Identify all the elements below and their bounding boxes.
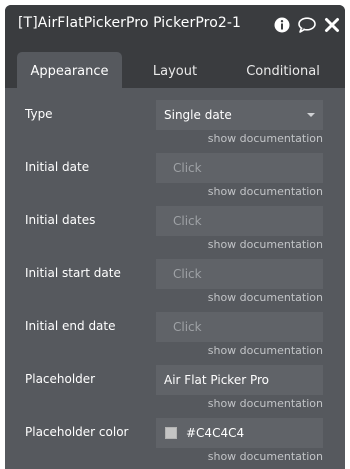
placeholder-color-picker[interactable]: #C4C4C4 xyxy=(156,418,323,448)
initial-dates-doc-link[interactable]: show documentation xyxy=(208,238,323,251)
placeholder-color-doc-link[interactable]: show documentation xyxy=(208,450,323,463)
placeholder-input[interactable]: Air Flat Picker Pro xyxy=(156,365,323,395)
placeholder-label: Placeholder xyxy=(25,372,96,386)
type-dropdown[interactable]: Single date xyxy=(156,100,323,130)
initial-date-label: Initial date xyxy=(25,160,90,174)
initial-end-date-label: Initial end date xyxy=(25,319,116,333)
color-swatch[interactable] xyxy=(165,427,177,439)
initial-dates-input[interactable]: Click xyxy=(156,206,323,236)
initial-start-date-input[interactable]: Click xyxy=(156,259,323,289)
placeholder-color-label: Placeholder color xyxy=(25,425,129,439)
initial-start-date-doc-link[interactable]: show documentation xyxy=(208,291,323,304)
tab-layout[interactable]: Layout xyxy=(133,52,217,88)
type-label: Type xyxy=(25,107,53,121)
property-editor-panel: [T]AirFlatPickerPro PickerPro2-1 Appeara… xyxy=(5,5,345,469)
initial-date-doc-link[interactable]: show documentation xyxy=(208,185,323,198)
initial-date-input[interactable]: Click xyxy=(156,153,323,183)
type-doc-link[interactable]: show documentation xyxy=(208,132,323,145)
title-bar[interactable]: [T]AirFlatPickerPro PickerPro2-1 xyxy=(5,5,345,45)
comment-icon[interactable] xyxy=(297,16,316,34)
close-icon[interactable] xyxy=(324,16,342,34)
initial-end-date-doc-link[interactable]: show documentation xyxy=(208,344,323,357)
element-title: [T]AirFlatPickerPro PickerPro2-1 xyxy=(18,15,242,31)
initial-dates-label: Initial dates xyxy=(25,213,96,227)
initial-end-date-input[interactable]: Click xyxy=(156,312,323,342)
type-value: Single date xyxy=(164,108,232,122)
initial-start-date-label: Initial start date xyxy=(25,266,121,280)
info-icon[interactable] xyxy=(273,16,291,34)
placeholder-color-value: #C4C4C4 xyxy=(186,426,245,440)
placeholder-doc-link[interactable]: show documentation xyxy=(208,397,323,410)
chevron-down-icon xyxy=(307,113,315,117)
tab-bar: Appearance Layout Conditional xyxy=(5,45,345,88)
tab-conditional[interactable]: Conditional xyxy=(227,52,339,88)
tab-appearance[interactable]: Appearance xyxy=(17,52,122,88)
